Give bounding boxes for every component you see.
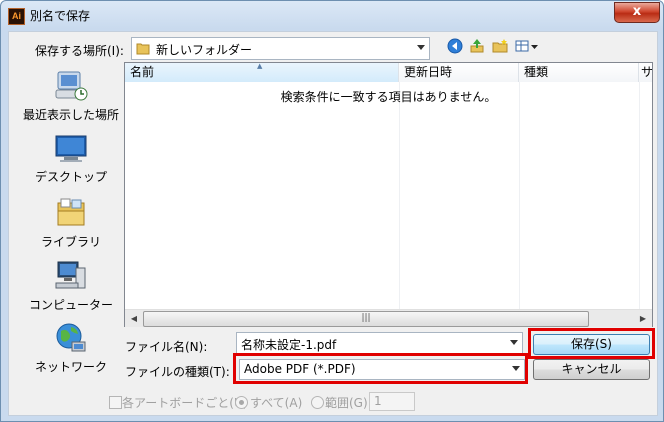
range-input[interactable]: 1 (369, 392, 415, 411)
recent-places-icon (55, 71, 88, 101)
up-folder-icon[interactable] (468, 38, 486, 56)
dialog-body: 保存する場所(I): 新しいフォルダー 最近表示した場所 デスクトップ ライブラ… (8, 31, 658, 416)
window-title: 別名で保存 (30, 9, 91, 23)
folder-icon (136, 43, 150, 55)
close-button[interactable]: x (614, 2, 660, 23)
place-desktop[interactable]: デスクトップ (19, 134, 123, 185)
save-highlight-box (528, 328, 655, 359)
places-bar: 最近表示した場所 デスクトップ ライブラリ コンピューター ネットワーク (19, 62, 123, 402)
scroll-left-icon[interactable]: ◀ (126, 311, 142, 326)
column-divider (519, 82, 520, 309)
illustrator-app-icon: Ai (8, 8, 25, 25)
place-label: 最近表示した場所 (22, 108, 119, 122)
network-icon (56, 323, 86, 352)
all-radio[interactable] (235, 396, 248, 409)
computer-icon (55, 261, 86, 289)
filename-label: ファイル名(N): (125, 340, 208, 354)
scroll-thumb[interactable]: ||| (143, 311, 589, 327)
chevron-down-icon (417, 45, 425, 50)
sort-ascending-icon: ▲ (257, 62, 263, 70)
scroll-right-icon[interactable]: ▶ (635, 311, 651, 326)
place-libraries[interactable]: ライブラリ (19, 197, 123, 250)
filetype-label: ファイルの種類(T): (125, 365, 230, 379)
current-folder-name: 新しいフォルダー (156, 43, 253, 57)
new-folder-icon[interactable] (491, 38, 509, 56)
each-artboard-checkbox[interactable] (109, 396, 122, 409)
each-artboard-label: 各アートボードごと(U) (122, 396, 248, 410)
chevron-down-icon (510, 340, 518, 345)
place-label: ネットワーク (34, 360, 107, 374)
empty-message: 検索条件に一致する項目はありません。 (280, 90, 497, 104)
cancel-button[interactable]: キャンセル (533, 359, 650, 380)
desktop-icon (55, 135, 87, 162)
place-label: コンピューター (28, 298, 113, 312)
libraries-icon (57, 198, 85, 226)
place-network[interactable]: ネットワーク (19, 322, 123, 375)
column-header-name[interactable]: 名前 ▲ (125, 62, 399, 82)
title-bar[interactable]: Ai 別名で保存 x (1, 1, 663, 29)
back-icon[interactable] (446, 38, 464, 56)
column-header-modified[interactable]: 更新日時 (399, 63, 519, 82)
horizontal-scrollbar[interactable]: ◀ ||| ▶ (125, 309, 652, 327)
place-label: デスクトップ (34, 170, 107, 184)
filename-combo[interactable]: 名称未設定-1.pdf (236, 332, 523, 355)
save-location-combo[interactable]: 新しいフォルダー (131, 37, 430, 60)
save-as-dialog: Ai 別名で保存 x 保存する場所(I): 新しいフォルダー 最近表示した場所 … (0, 0, 664, 422)
file-list[interactable]: 名前 ▲ 更新日時 種類 サ 検索条件に一致する項目はありません。 ◀ ||| … (124, 62, 653, 327)
column-divider (639, 82, 640, 309)
column-header-type[interactable]: 種類 (519, 63, 639, 82)
column-header-size[interactable]: サ (639, 63, 652, 82)
place-computer[interactable]: コンピューター (19, 260, 123, 313)
all-label: すべて(A) (250, 396, 303, 410)
range-label: 範囲(G): (325, 396, 372, 410)
place-label: ライブラリ (40, 235, 101, 249)
view-menu-icon[interactable] (514, 38, 542, 56)
column-divider (399, 82, 400, 309)
filename-value: 名称未設定-1.pdf (241, 338, 337, 352)
place-recent[interactable]: 最近表示した場所 (19, 70, 123, 123)
range-radio[interactable] (311, 396, 324, 409)
filetype-highlight-box (233, 353, 528, 384)
save-location-label: 保存する場所(I): (35, 44, 124, 58)
